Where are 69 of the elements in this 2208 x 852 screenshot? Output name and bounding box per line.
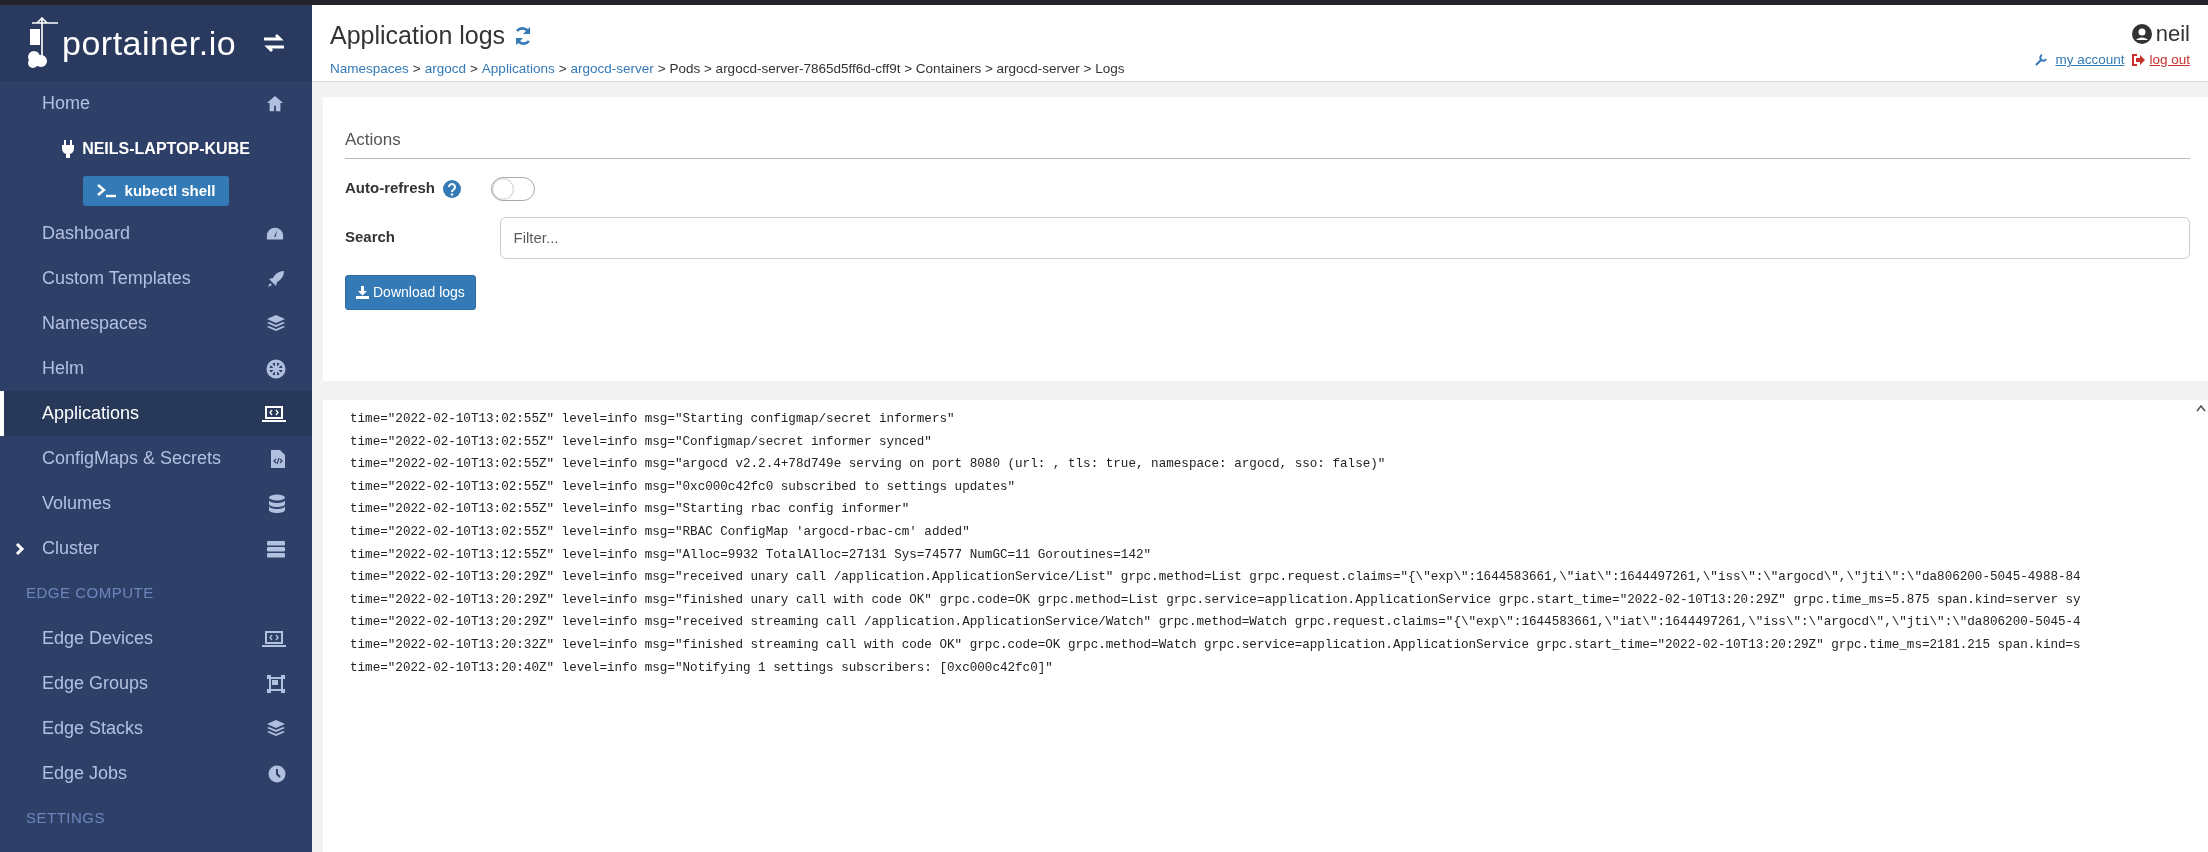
breadcrumb-text: > [469,59,478,78]
download-button[interactable]: Download logs [345,274,476,310]
sidebar-item[interactable]: Cluster [0,526,312,571]
log-line: time="2022-02-10T13:20:32Z" level=info msg="finished streaming call with code OK" grpc.code=OK grpc.method=Watch grpc.service=application.ApplicationService grpc.start_time="2022-02-10T13:20:29Z" grpc.time_ms=2181.215 span.kind=s [350,636,2082,654]
sidebar-item[interactable]: Edge Groups [0,661,312,706]
plug-icon [62,139,75,158]
sidebar-item[interactable]: Edge Jobs [0,751,312,796]
rocket-icon [266,268,286,289]
user-name: neil [2155,20,2190,48]
sidebar-item[interactable]: Dashboard [0,211,312,256]
sidebar-item[interactable]: ConfigMaps & Secrets [0,436,312,481]
clock-icon [268,764,286,783]
section-heading: SETTINGS [26,808,105,829]
help-icon [443,179,461,198]
log-line: time="2022-02-10T13:12:55Z" level=info msg="Alloc=9932 TotalAlloc=27131 Sys=74577 NumGC=11 Goroutines=142" [350,546,1153,564]
object-group-icon [266,673,286,694]
code-file-icon [270,448,286,469]
search-field[interactable]: Filter... [500,216,2190,259]
section-heading: EDGE COMPUTE [26,583,154,604]
breadcrumb-text: > [412,59,421,78]
sidebar-item[interactable]: Helm [0,346,312,391]
sidebar-item[interactable]: Edge Stacks [0,706,312,751]
breadcrumb-link[interactable]: Applications [481,58,555,79]
field-label: Search [345,227,397,248]
log-line: time="2022-02-10T13:02:55Z" level=info msg="0xc000c42fc0 subscribed to settings updates" [350,478,1017,496]
download-icon [356,285,369,299]
terminal-icon [96,184,117,198]
sidebar-item[interactable]: Applications [0,391,312,436]
logo-text: portainer.io [62,23,237,64]
field-label: Auto-refresh [345,178,435,199]
page-title: Application logs [330,20,506,51]
log-line: time="2022-02-10T13:20:29Z" level=info msg="received unary call /application.ApplicationService/List" grpc.method=List grpc.request.claims="{\"exp\":1644583661,\"iat\":1644497261,\"iss\":\"argocd\",\"jti\":\"da806200-5045-4988-84 [350,569,2082,587]
database-icon [268,493,286,514]
breadcrumb-link[interactable]: argocd-server [570,58,654,79]
toggle-switch[interactable] [491,176,535,201]
log-out-link[interactable]: log out [2149,50,2190,71]
wrench-icon [2035,54,2048,67]
log-line: time="2022-02-10T13:02:55Z" level=info msg="Starting rbac config informer" [350,501,911,519]
kubectl-shell-button[interactable]: kubectl shell [82,175,230,207]
log-line: time="2022-02-10T13:20:40Z" level=info msg="Notifying 1 settings subscribers: [0xc000c42fc0]" [350,659,1054,677]
sidebar-item[interactable]: Custom Templates [0,256,312,301]
breadcrumb-text: > Pods > argocd-server-7865d5ff6d-cff9t > Containers > argocd-server > Logs [657,59,1125,78]
log-line: time="2022-02-10T13:20:29Z" level=info msg="finished unary call with code OK" grpc.code=OK grpc.method=List grpc.service=application.ApplicationService grpc.start_time="2022-02-10T13:20:29Z" grpc.time_ms=5.875 span.kind=server sy [350,591,2082,609]
wheel-icon [266,358,286,379]
log-line: time="2022-02-10T13:02:55Z" level=info msg="RBAC ConfigMap 'argocd-rbac-cm' added" [350,523,971,541]
sidebar-item[interactable]: Volumes [0,481,312,526]
swap-arrows-icon[interactable] [262,33,286,53]
sidebar-item[interactable]: Namespaces [0,301,312,346]
user-icon [2131,23,2152,44]
sign-out-icon [2132,54,2146,67]
breadcrumb-text: > [558,59,567,78]
log-line: time="2022-02-10T13:02:55Z" level=info msg="argocd v2.2.4+78d749e serving on port 8080 (url: , tls: true, namespace: argocd, sso: false)" [350,456,1387,474]
sidebar-item[interactable]: Home [0,81,312,126]
scroll-up-icon[interactable] [2196,404,2206,412]
crane-cloud-logo-icon [28,17,58,69]
breadcrumb-link[interactable]: Namespaces [330,58,409,79]
environment-name: NEILS-LAPTOP-KUBE [82,138,250,159]
server-icon [266,539,286,558]
log-line: time="2022-02-10T13:02:55Z" level=info msg="Starting configmap/secret informers" [350,411,956,428]
log-line: time="2022-02-10T13:02:55Z" level=info msg="Configmap/secret informer synced" [350,433,933,451]
laptop-icon [262,403,286,424]
sidebar-item[interactable]: Edge Devices [0,616,312,661]
section-title: Actions [345,127,2190,159]
log-line: time="2022-02-10T13:20:29Z" level=info msg="received streaming call /application.ApplicationService/Watch" grpc.method=Watch grpc.request.claims="{\"exp\":1644583661,\"iat\":1644497261,\"iss\":\"argocd\",\"jti\":\"da806200-5045-4 [350,614,2082,632]
breadcrumb-link[interactable]: argocd [424,58,466,79]
layers-icon [266,313,286,334]
my-account-link[interactable]: my account [2055,50,2125,71]
layers-icon [266,718,286,739]
laptop-icon [262,628,286,649]
